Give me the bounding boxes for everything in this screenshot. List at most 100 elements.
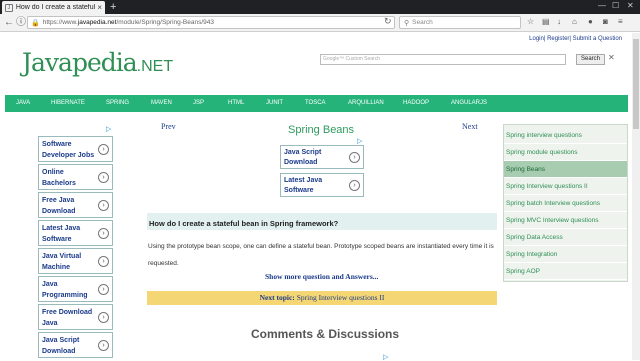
answer-text: Using the prototype bean scope, one can … (148, 243, 494, 267)
chevron-right-icon: › (98, 144, 109, 155)
browser-search-input[interactable]: ⚲ Search (399, 16, 521, 29)
ad-link[interactable]: Free Java Download › (38, 192, 113, 218)
chevron-right-icon: › (98, 256, 109, 267)
sidebar-item-spring-aop[interactable]: Spring AOP (504, 263, 627, 280)
ad-link[interactable]: Java Programming › (38, 276, 113, 302)
ad-link-label: Software Developer Jobs (42, 141, 95, 159)
related-topics-sidebar: Spring interview questions Spring module… (503, 124, 628, 282)
browser-tab-active[interactable]: J How do I create a stateful ... × (2, 1, 105, 14)
clear-search-icon[interactable]: ✕ (608, 53, 615, 62)
reload-icon[interactable]: ↻ (384, 16, 392, 27)
chevron-right-icon: › (98, 228, 109, 239)
ad-link-label: Free Java Download (42, 197, 76, 215)
sidebar-item-spring-beans[interactable]: Spring Beans (504, 161, 627, 178)
menu-item-java[interactable]: JAVA (16, 100, 30, 106)
back-arrow-icon[interactable]: ← (4, 16, 14, 29)
menu-item-hadoop[interactable]: HADOOP (403, 100, 429, 106)
maximize-window-icon[interactable]: ☐ (612, 1, 619, 10)
account-links[interactable]: Login| Register| Submit a Question (529, 36, 622, 42)
ad-link[interactable]: Free Download Java › (38, 304, 113, 330)
ad-link[interactable]: Java Script Download › (280, 145, 364, 169)
url-domain: javapedia.net (77, 19, 117, 26)
chevron-right-icon: › (98, 200, 109, 211)
ad-link-label: Java Virtual Machine (42, 253, 82, 271)
extension-icon[interactable]: ● (588, 17, 593, 26)
browser-nav-bar: ← ⓘ 🔒 https://www.javapedia.net/module/S… (0, 14, 640, 32)
sidebar-item-spring-mvc[interactable]: Spring MVC Interview questions (504, 212, 627, 229)
url-prefix: https://www. (42, 19, 78, 26)
url-path: /module/Spring/Spring-Beans/943 (116, 19, 214, 26)
ad-link-label: Java Script Download (284, 149, 322, 166)
menu-item-jsp[interactable]: JSP (193, 100, 204, 106)
question-text: How do I create a stateful bean in Sprin… (149, 219, 339, 228)
chevron-right-icon: › (98, 284, 109, 295)
page-scrollbar[interactable] (632, 33, 640, 360)
next-topic-bar[interactable]: Next topic: Spring Interview questions I… (147, 291, 497, 305)
menu-item-spring[interactable]: SPRING (106, 100, 129, 106)
next-link[interactable]: Next (462, 122, 478, 131)
sidebar-item-spring-data-access[interactable]: Spring Data Access (504, 229, 627, 246)
ad-link-label: Online Bachelors (42, 169, 76, 187)
new-tab-plus-icon[interactable]: + (110, 1, 116, 13)
menu-item-arquillian[interactable]: ARQUILLIAN (348, 100, 384, 106)
menu-item-tosca[interactable]: TOSCA (305, 100, 326, 106)
hamburger-menu-icon[interactable]: ≡ (618, 17, 623, 26)
page-title: Spring Beans (288, 124, 355, 136)
site-search-button[interactable]: Search (576, 54, 605, 65)
browser-tab-strip: J How do I create a stateful ... × + — ☐… (0, 0, 640, 14)
comments-heading: Comments & Discussions (251, 327, 400, 341)
next-topic-link[interactable]: Spring Interview questions II (297, 293, 385, 302)
tab-title: How do I create a stateful ... (15, 4, 96, 11)
sidebar-item-spring-batch[interactable]: Spring batch Interview questions (504, 195, 627, 212)
question-heading: How do I create a stateful bean in Sprin… (147, 213, 497, 230)
next-topic-label: Next topic: (259, 293, 295, 302)
library-icon[interactable]: ▤ (542, 17, 550, 26)
main-menu: JAVA HIBERNATE SPRING MAVEN JSP HTML JUN… (5, 95, 628, 112)
adchoices-icon[interactable]: ▷ (106, 125, 111, 133)
chevron-right-icon: › (349, 152, 360, 163)
scrollbar-thumb[interactable] (633, 39, 639, 129)
chevron-right-icon: › (349, 180, 360, 191)
pocket-icon[interactable]: ◙ (603, 17, 608, 26)
download-icon[interactable]: ↓ (557, 17, 561, 26)
site-logo[interactable]: Javapedia.NET (22, 48, 173, 77)
url-text: https://www.javapedia.net/module/Spring/… (43, 19, 214, 26)
home-icon[interactable]: ⌂ (572, 17, 577, 26)
padlock-icon: 🔒 (31, 19, 40, 27)
ad-link-label: Java Script Download (42, 337, 80, 355)
search-icon: ⚲ (404, 19, 410, 27)
sidebar-item-spring-module-questions[interactable]: Spring module questions (504, 144, 627, 161)
sidebar-item-spring-interview-questions-ii[interactable]: Spring Interview questions II (504, 178, 627, 195)
sidebar-item-spring-interview-questions[interactable]: Spring interview questions (504, 127, 627, 144)
ad-link[interactable]: Latest Java Software › (280, 173, 364, 197)
ad-link-label: Free Download Java (42, 309, 93, 327)
ad-link[interactable]: Software Developer Jobs › (38, 136, 113, 162)
ad-link[interactable]: Online Bachelors › (38, 164, 113, 190)
show-more-link[interactable]: Show more question and Answers... (265, 272, 378, 281)
ad-link-label: Latest Java Software (42, 225, 81, 243)
ad-link-label: Java Programming (42, 281, 88, 299)
url-bar[interactable]: 🔒 https://www.javapedia.net/module/Sprin… (27, 16, 395, 29)
chevron-right-icon: › (98, 172, 109, 183)
chevron-right-icon: › (98, 312, 109, 323)
site-search-input[interactable]: Google™ Custom Search (320, 54, 566, 65)
ad-link-label: Latest Java Software (284, 177, 323, 194)
bookmark-star-icon[interactable]: ☆ (527, 17, 534, 26)
menu-item-maven[interactable]: MAVEN (151, 100, 172, 106)
ad-link[interactable]: Latest Java Software › (38, 220, 113, 246)
sidebar-item-spring-integration[interactable]: Spring Integration (504, 246, 627, 263)
tab-close-icon[interactable]: × (97, 3, 102, 12)
search-placeholder: Search (412, 19, 433, 26)
menu-item-angularjs[interactable]: ANGULARJS (451, 100, 487, 106)
menu-item-hibernate[interactable]: HIBERNATE (51, 100, 85, 106)
menu-item-junit[interactable]: JUNIT (266, 100, 283, 106)
menu-item-html[interactable]: HTML (228, 100, 244, 106)
minimize-window-icon[interactable]: — (598, 1, 606, 10)
ad-link[interactable]: Java Virtual Machine › (38, 248, 113, 274)
chevron-right-icon: › (98, 340, 109, 351)
close-window-icon[interactable]: ✕ (627, 1, 634, 10)
info-icon[interactable]: ⓘ (16, 16, 26, 29)
prev-link[interactable]: Prev (161, 122, 176, 131)
adchoices-icon[interactable]: ▷ (357, 137, 362, 145)
ad-link[interactable]: Java Script Download › (38, 332, 113, 358)
